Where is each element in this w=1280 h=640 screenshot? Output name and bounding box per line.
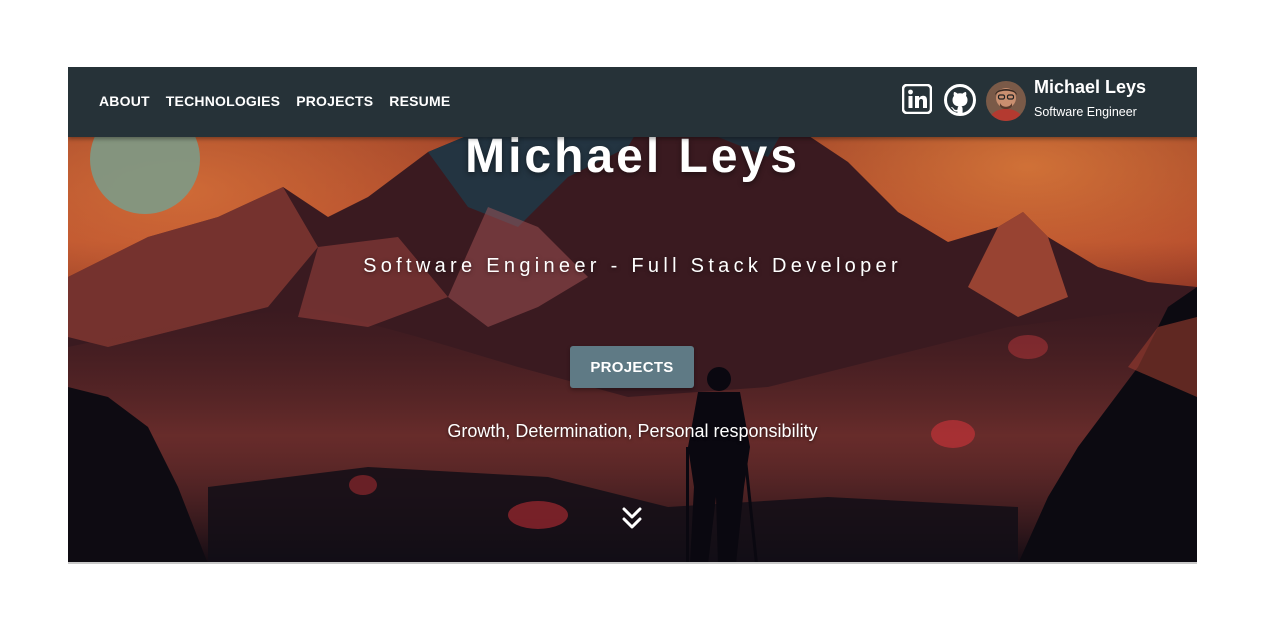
profile-role: Software Engineer xyxy=(1034,105,1137,119)
nav-links: ABOUT TECHNOLOGIES PROJECTS RESUME xyxy=(99,93,450,109)
nav-link-projects[interactable]: PROJECTS xyxy=(296,93,373,109)
top-navbar: ABOUT TECHNOLOGIES PROJECTS RESUME Micha… xyxy=(68,67,1197,137)
nav-link-resume[interactable]: RESUME xyxy=(389,93,450,109)
double-chevron-down-icon[interactable] xyxy=(620,506,644,532)
projects-button[interactable]: PROJECTS xyxy=(570,346,694,388)
nav-link-about[interactable]: ABOUT xyxy=(99,93,150,109)
page-frame: ABOUT TECHNOLOGIES PROJECTS RESUME Micha… xyxy=(68,67,1197,564)
hero-title: Michael Leys xyxy=(465,130,800,183)
bottom-divider xyxy=(68,562,1197,564)
github-icon[interactable] xyxy=(943,83,977,117)
nav-link-technologies[interactable]: TECHNOLOGIES xyxy=(166,93,280,109)
hero-tagline: Growth, Determination, Personal responsi… xyxy=(447,421,818,441)
profile-name: Michael Leys xyxy=(1034,77,1147,97)
linkedin-icon[interactable] xyxy=(902,84,932,114)
hero-subtitle: Software Engineer - Full Stack Developer xyxy=(363,255,902,277)
avatar xyxy=(986,81,1026,121)
